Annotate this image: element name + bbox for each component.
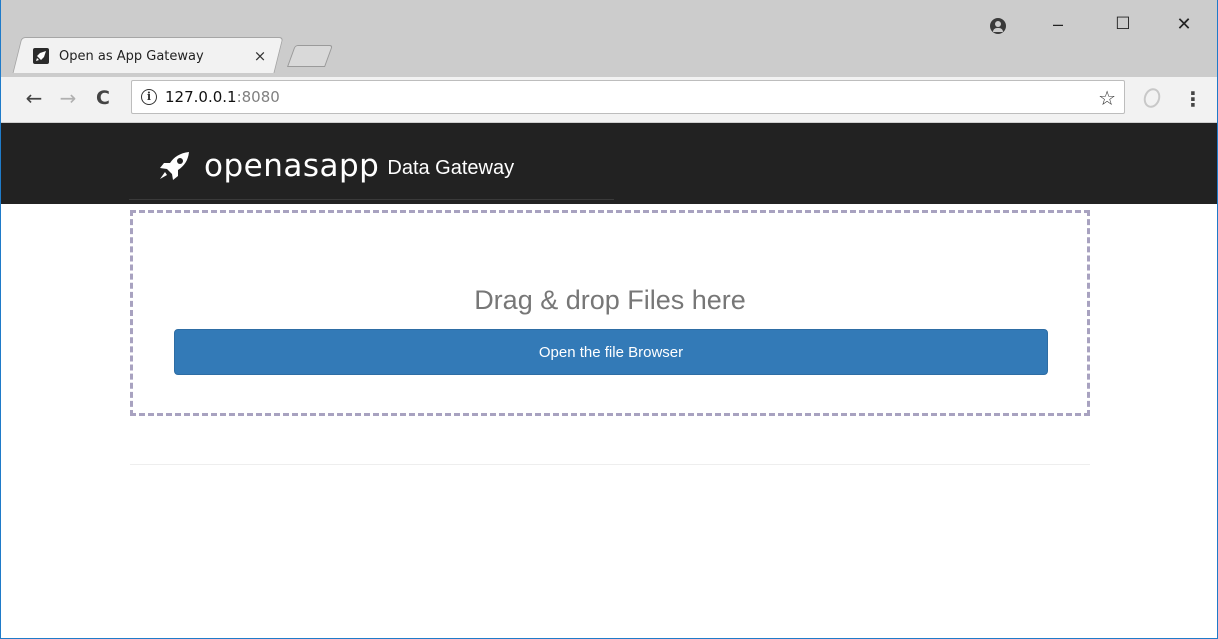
profile-icon[interactable]	[990, 18, 1006, 34]
back-arrow-icon[interactable]: ←	[21, 85, 47, 111]
tab-close-icon[interactable]: ×	[251, 47, 269, 65]
rocket-logo-icon	[160, 152, 189, 180]
address-bar[interactable]: i 127.0.0.1:8080 ☆	[131, 80, 1125, 114]
close-window-button[interactable]: ✕	[1169, 14, 1199, 35]
minimize-button[interactable]: –	[1043, 14, 1073, 35]
url-text[interactable]: 127.0.0.1:8080	[165, 88, 280, 106]
browser-toolbar: ← → C i 127.0.0.1:8080 ☆	[1, 77, 1217, 123]
page-header: openasapp Data Gateway	[1, 123, 1217, 204]
brand-logo[interactable]: openasapp Data Gateway	[158, 149, 514, 183]
url-port: :8080	[236, 88, 280, 106]
tab-open-as-app-gateway[interactable]: Open as App Gateway ×	[33, 39, 273, 73]
brand-wordmark: openasapp	[204, 148, 380, 184]
url-host: 127.0.0.1	[165, 88, 237, 106]
title-bar: Open as App Gateway × – ☐ ✕	[1, 0, 1217, 77]
brand-subtitle: Data Gateway	[387, 157, 515, 179]
horizontal-rule	[130, 464, 1090, 465]
tab-title: Open as App Gateway	[59, 48, 204, 64]
forward-arrow-icon[interactable]: →	[55, 85, 81, 111]
bookmark-star-icon[interactable]: ☆	[1098, 86, 1116, 110]
rocket-icon	[33, 48, 49, 64]
open-file-browser-button[interactable]: Open the file Browser	[174, 329, 1048, 375]
maximize-button[interactable]: ☐	[1108, 14, 1138, 34]
file-dropzone[interactable]: Drag & drop Files here Open the file Bro…	[130, 210, 1090, 416]
menu-dots-icon[interactable]: ⋮	[1183, 87, 1203, 111]
header-divider	[129, 199, 614, 200]
reload-icon[interactable]: C	[90, 85, 116, 111]
browser-window: Open as App Gateway × – ☐ ✕ ← → C i 127.…	[0, 0, 1218, 639]
info-icon[interactable]: i	[141, 89, 157, 105]
new-tab-button[interactable]	[286, 45, 334, 67]
dropzone-prompt: Drag & drop Files here	[474, 285, 746, 315]
